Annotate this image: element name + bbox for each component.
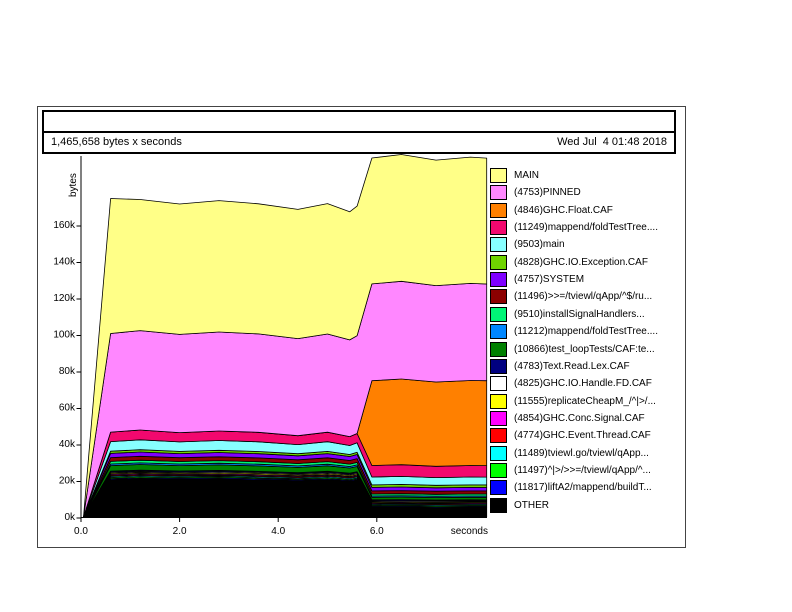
legend-label: (4828)GHC.IO.Exception.CAF xyxy=(514,255,648,270)
legend-label: (9510)installSignalHandlers... xyxy=(514,307,645,322)
legend-row: (10866)test_loopTests/CAF:te... xyxy=(490,341,655,358)
y-tick-label: 60k xyxy=(59,403,76,414)
legend-swatch xyxy=(490,237,507,252)
stacked-areas xyxy=(84,155,487,518)
legend-row: (4854)GHC.Conc.Signal.CAF xyxy=(490,410,645,427)
legend-label: (4854)GHC.Conc.Signal.CAF xyxy=(514,411,645,426)
legend-label: MAIN xyxy=(514,168,539,183)
legend-swatch xyxy=(490,255,507,270)
legend-swatch xyxy=(490,428,507,443)
legend-swatch xyxy=(490,220,507,235)
x-tick-label: 4.0 xyxy=(271,526,285,537)
legend-swatch xyxy=(490,463,507,478)
x-axis-label: seconds xyxy=(451,526,488,537)
legend-row: (4783)Text.Read.Lex.CAF xyxy=(490,358,630,375)
legend-row: (11496)>>=/tviewl/qApp/^$/ru... xyxy=(490,288,652,305)
legend-label: (4783)Text.Read.Lex.CAF xyxy=(514,359,630,374)
legend: MAIN (4753)PINNED (4846)GHC.Float.CAF (1124… xyxy=(490,167,685,522)
legend-swatch xyxy=(490,168,507,183)
legend-swatch xyxy=(490,498,507,513)
legend-row: OTHER xyxy=(490,497,549,514)
legend-swatch xyxy=(490,446,507,461)
legend-row: (11817)liftA2/mappend/buildT... xyxy=(490,479,652,496)
legend-row: (4774)GHC.Event.Thread.CAF xyxy=(490,427,651,444)
legend-row: (4757)SYSTEM xyxy=(490,271,584,288)
y-tick-label: 40k xyxy=(59,439,76,450)
legend-label: (4774)GHC.Event.Thread.CAF xyxy=(514,428,651,443)
legend-label: (10866)test_loopTests/CAF:te... xyxy=(514,342,655,357)
legend-swatch xyxy=(490,394,507,409)
legend-row: (11212)mappend/foldTestTree.... xyxy=(490,323,658,340)
legend-row: (4753)PINNED xyxy=(490,184,581,201)
legend-row: MAIN xyxy=(490,167,539,184)
y-tick-label: 0k xyxy=(64,512,76,523)
y-tick-label: 100k xyxy=(53,330,76,341)
legend-swatch xyxy=(490,203,507,218)
legend-label: (4825)GHC.IO.Handle.FD.CAF xyxy=(514,376,652,391)
x-tick-label: 0.0 xyxy=(74,526,88,537)
y-tick-label: 160k xyxy=(53,220,76,231)
legend-swatch xyxy=(490,342,507,357)
legend-swatch xyxy=(490,289,507,304)
legend-swatch xyxy=(490,376,507,391)
legend-swatch xyxy=(490,480,507,495)
legend-label: (11817)liftA2/mappend/buildT... xyxy=(514,480,652,495)
legend-label: (9503)main xyxy=(514,237,565,252)
legend-swatch xyxy=(490,272,507,287)
y-tick-label: 20k xyxy=(59,476,76,487)
legend-row: (11555)replicateCheapM_/^|>/... xyxy=(490,393,656,410)
legend-label: (11212)mappend/foldTestTree.... xyxy=(514,324,658,339)
y-tick-label: 80k xyxy=(59,366,76,377)
legend-swatch xyxy=(490,359,507,374)
legend-label: (11555)replicateCheapM_/^|>/... xyxy=(514,394,656,409)
y-tick-label: 120k xyxy=(53,293,76,304)
page: extensible-effects-concurrent-test -p $0… xyxy=(0,0,792,612)
legend-row: (4828)GHC.IO.Exception.CAF xyxy=(490,254,648,271)
legend-label: (11496)>>=/tviewl/qApp/^$/ru... xyxy=(514,289,652,304)
y-axis-label: bytes xyxy=(68,173,79,197)
legend-row: (4825)GHC.IO.Handle.FD.CAF xyxy=(490,375,652,392)
legend-label: OTHER xyxy=(514,498,549,513)
legend-swatch xyxy=(490,185,507,200)
legend-swatch xyxy=(490,324,507,339)
x-tick-label: 6.0 xyxy=(370,526,384,537)
legend-row: (9503)main xyxy=(490,236,565,253)
legend-label: (4753)PINNED xyxy=(514,185,581,200)
legend-label: (11249)mappend/foldTestTree.... xyxy=(514,220,658,235)
legend-row: (11249)mappend/foldTestTree.... xyxy=(490,219,658,236)
y-tick-label: 140k xyxy=(53,257,76,268)
legend-row: (4846)GHC.Float.CAF xyxy=(490,202,613,219)
legend-row: (11497)^|>/>>=/tviewl/qApp/^... xyxy=(490,462,651,479)
legend-label: (11489)tviewl.go/tviewl/qApp... xyxy=(514,446,649,461)
legend-swatch xyxy=(490,307,507,322)
legend-row: (9510)installSignalHandlers... xyxy=(490,306,645,323)
legend-label: (4846)GHC.Float.CAF xyxy=(514,203,613,218)
legend-row: (11489)tviewl.go/tviewl/qApp... xyxy=(490,445,649,462)
legend-swatch xyxy=(490,411,507,426)
legend-label: (11497)^|>/>>=/tviewl/qApp/^... xyxy=(514,463,651,478)
legend-label: (4757)SYSTEM xyxy=(514,272,584,287)
x-tick-label: 2.0 xyxy=(173,526,187,537)
